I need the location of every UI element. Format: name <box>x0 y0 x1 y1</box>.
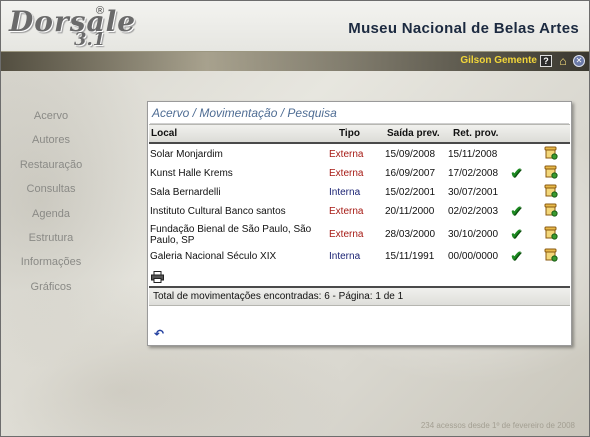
user-name[interactable]: Gilson Gemente <box>460 55 537 66</box>
column-header-retorno[interactable]: Ret. prov. <box>453 128 498 139</box>
cell-retorno: 02/02/2003 <box>448 206 499 217</box>
site-title: Museu Nacional de Belas Artes <box>348 20 579 37</box>
scroll-edit-icon[interactable] <box>544 146 558 160</box>
results-count: Total de movimentações encontradas: 6 - … <box>153 291 404 302</box>
cell-local[interactable]: Instituto Cultural Banco santos <box>150 206 320 217</box>
scroll-edit-icon[interactable] <box>544 248 558 262</box>
results-panel: Acervo / Movimentação / Pesquisa Local T… <box>147 101 572 346</box>
sidebar-nav: Acervo Autores Restauração Consultas Age… <box>1 106 101 301</box>
cell-retorno: 30/10/2000 <box>448 229 499 240</box>
sidebar-item-autores[interactable]: Autores <box>1 130 101 154</box>
table-row[interactable]: Fundação Bienal de São Paulo, São Paulo,… <box>148 222 571 247</box>
sidebar-item-graficos[interactable]: Gráficos <box>1 277 101 301</box>
table-row[interactable]: Instituto Cultural Banco santos Externa … <box>148 203 571 222</box>
cell-saida: 20/11/2000 <box>385 206 435 217</box>
back-icon[interactable]: ↶ <box>154 327 164 341</box>
cell-local[interactable]: Solar Monjardim <box>150 149 320 160</box>
table-row[interactable]: Galeria Nacional Século XIX Interna 15/1… <box>148 248 571 267</box>
table-row[interactable]: Solar Monjardim Externa 15/09/2008 15/11… <box>148 146 571 165</box>
app-window: Dorsale 3.1 ® Museu Nacional de Belas Ar… <box>0 0 590 437</box>
cell-retorno: 30/07/2001 <box>448 187 499 198</box>
sidebar-item-restauracao[interactable]: Restauração <box>1 155 101 179</box>
sidebar-item-agenda[interactable]: Agenda <box>1 204 101 228</box>
user-bar: Gilson Gemente ? ⌂ ✕ <box>1 51 589 71</box>
scroll-edit-icon[interactable] <box>544 226 558 240</box>
sidebar-item-estrutura[interactable]: Estrutura <box>1 228 101 252</box>
print-icon[interactable] <box>151 270 164 283</box>
cell-tipo: Interna <box>329 187 361 198</box>
column-header-saida[interactable]: Saída prev. <box>387 128 440 139</box>
logout-icon[interactable]: ✕ <box>573 55 585 67</box>
logo-version: 3.1 <box>74 29 106 50</box>
results-footer: Total de movimentações encontradas: 6 - … <box>149 286 570 306</box>
table-row[interactable]: Kunst Halle Krems Externa 16/09/2007 17/… <box>148 165 571 184</box>
cell-tipo: Externa <box>329 229 364 240</box>
cell-saida: 28/03/2000 <box>385 229 436 240</box>
cell-retorno: 17/02/2008 <box>448 168 499 179</box>
help-icon[interactable]: ? <box>540 55 552 67</box>
sidebar-item-acervo[interactable]: Acervo <box>1 106 101 130</box>
cell-local[interactable]: Sala Bernardelli <box>150 187 320 198</box>
cell-tipo: Interna <box>329 251 361 262</box>
check-icon: ✔ <box>510 248 523 265</box>
scroll-edit-icon[interactable] <box>544 165 558 179</box>
registered-mark: ® <box>96 5 105 17</box>
sidebar-item-informacoes[interactable]: Informações <box>1 252 101 276</box>
cell-saida: 15/02/2001 <box>385 187 436 198</box>
access-counter: 234 acessos desde 1º de fevereiro de 200… <box>420 421 575 430</box>
sidebar-item-consultas[interactable]: Consultas <box>1 179 101 203</box>
column-header-tipo[interactable]: Tipo <box>339 128 360 139</box>
cell-tipo: Externa <box>329 149 364 160</box>
header: Dorsale 3.1 ® Museu Nacional de Belas Ar… <box>1 1 589 51</box>
home-icon[interactable]: ⌂ <box>557 55 569 67</box>
column-header-local[interactable]: Local <box>151 128 177 139</box>
logo-word: Dorsale <box>9 5 137 38</box>
cell-retorno: 00/00/0000 <box>448 251 499 262</box>
cell-local[interactable]: Galeria Nacional Século XIX <box>150 251 320 262</box>
cell-tipo: Externa <box>329 206 364 217</box>
table-row[interactable]: Sala Bernardelli Interna 15/02/2001 30/0… <box>148 184 571 203</box>
cell-local[interactable]: Kunst Halle Krems <box>150 168 320 179</box>
cell-tipo: Externa <box>329 168 364 179</box>
check-icon: ✔ <box>510 203 523 220</box>
scroll-edit-icon[interactable] <box>544 203 558 217</box>
cell-local[interactable]: Fundação Bienal de São Paulo, São Paulo,… <box>150 224 320 246</box>
cell-retorno: 15/11/2008 <box>448 149 498 160</box>
panel-title: Acervo / Movimentação / Pesquisa <box>152 106 337 120</box>
check-icon: ✔ <box>510 226 523 243</box>
cell-saida: 15/11/1991 <box>385 251 435 262</box>
table-header: Local Tipo Saída prev. Ret. prov. <box>149 124 570 144</box>
check-icon: ✔ <box>510 165 523 182</box>
cell-saida: 16/09/2007 <box>385 168 436 179</box>
cell-saida: 15/09/2008 <box>385 149 436 160</box>
scroll-edit-icon[interactable] <box>544 184 558 198</box>
